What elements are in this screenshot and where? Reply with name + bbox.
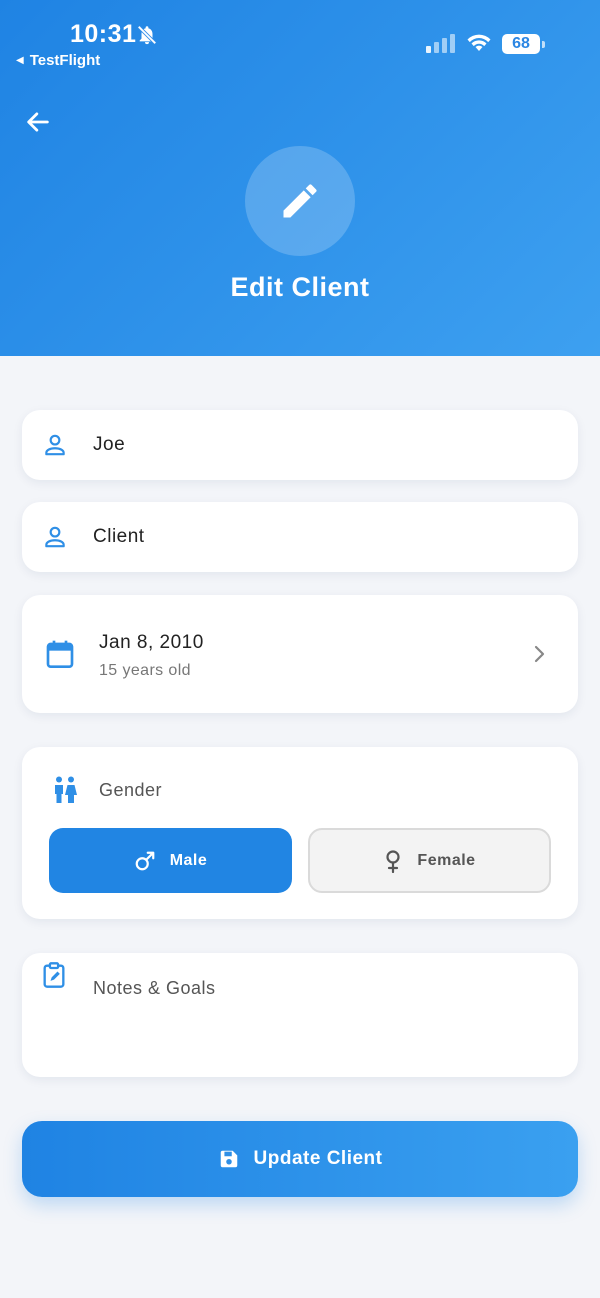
pencil-icon — [283, 184, 317, 218]
person-icon — [45, 434, 65, 456]
hero-avatar — [245, 146, 355, 256]
birth-date-picker[interactable]: Jan 8, 2010 15 years old — [22, 595, 578, 713]
back-arrow-icon[interactable] — [24, 108, 52, 136]
battery-indicator: 68 — [502, 34, 545, 54]
female-icon — [386, 849, 401, 873]
calendar-icon — [46, 640, 74, 668]
cellular-signal-icon — [426, 34, 455, 53]
clipboard-edit-icon — [43, 962, 65, 988]
wifi-icon — [467, 34, 491, 51]
gender-male-label: Male — [169, 851, 208, 869]
bell-off-icon — [137, 25, 157, 45]
back-to-app-link[interactable]: ◀ TestFlight — [16, 52, 100, 69]
person-icon — [45, 526, 65, 548]
gender-card: Gender Male Female — [22, 747, 578, 919]
notes-field[interactable]: Notes & Goals — [22, 953, 578, 1077]
update-client-label: Update Client — [253, 1148, 383, 1169]
male-icon — [135, 851, 155, 870]
chevron-right-icon — [534, 645, 545, 663]
back-app-label: TestFlight — [29, 52, 101, 69]
first-name-field[interactable]: Joe — [22, 410, 578, 480]
gender-female-button[interactable]: Female — [308, 828, 551, 893]
first-name-value: Joe — [93, 434, 126, 455]
last-name-field[interactable]: Client — [22, 502, 578, 572]
last-name-value: Client — [93, 526, 145, 547]
wc-icon — [55, 776, 77, 803]
update-client-button[interactable]: Update Client — [22, 1121, 578, 1197]
page-title: Edit Client — [230, 272, 370, 302]
age-text: 15 years old — [99, 662, 191, 679]
back-triangle-icon: ◀ — [16, 55, 24, 66]
gender-female-label: Female — [417, 851, 476, 869]
gender-male-button[interactable]: Male — [49, 828, 292, 893]
gender-label: Gender — [99, 780, 163, 800]
status-time: 10:31 — [70, 20, 137, 48]
notes-placeholder: Notes & Goals — [93, 978, 216, 998]
header: 10:31 ◀ TestFlight 68 Edit Client — [0, 0, 600, 356]
save-icon — [220, 1150, 237, 1168]
birth-date-value: Jan 8, 2010 — [99, 632, 204, 653]
